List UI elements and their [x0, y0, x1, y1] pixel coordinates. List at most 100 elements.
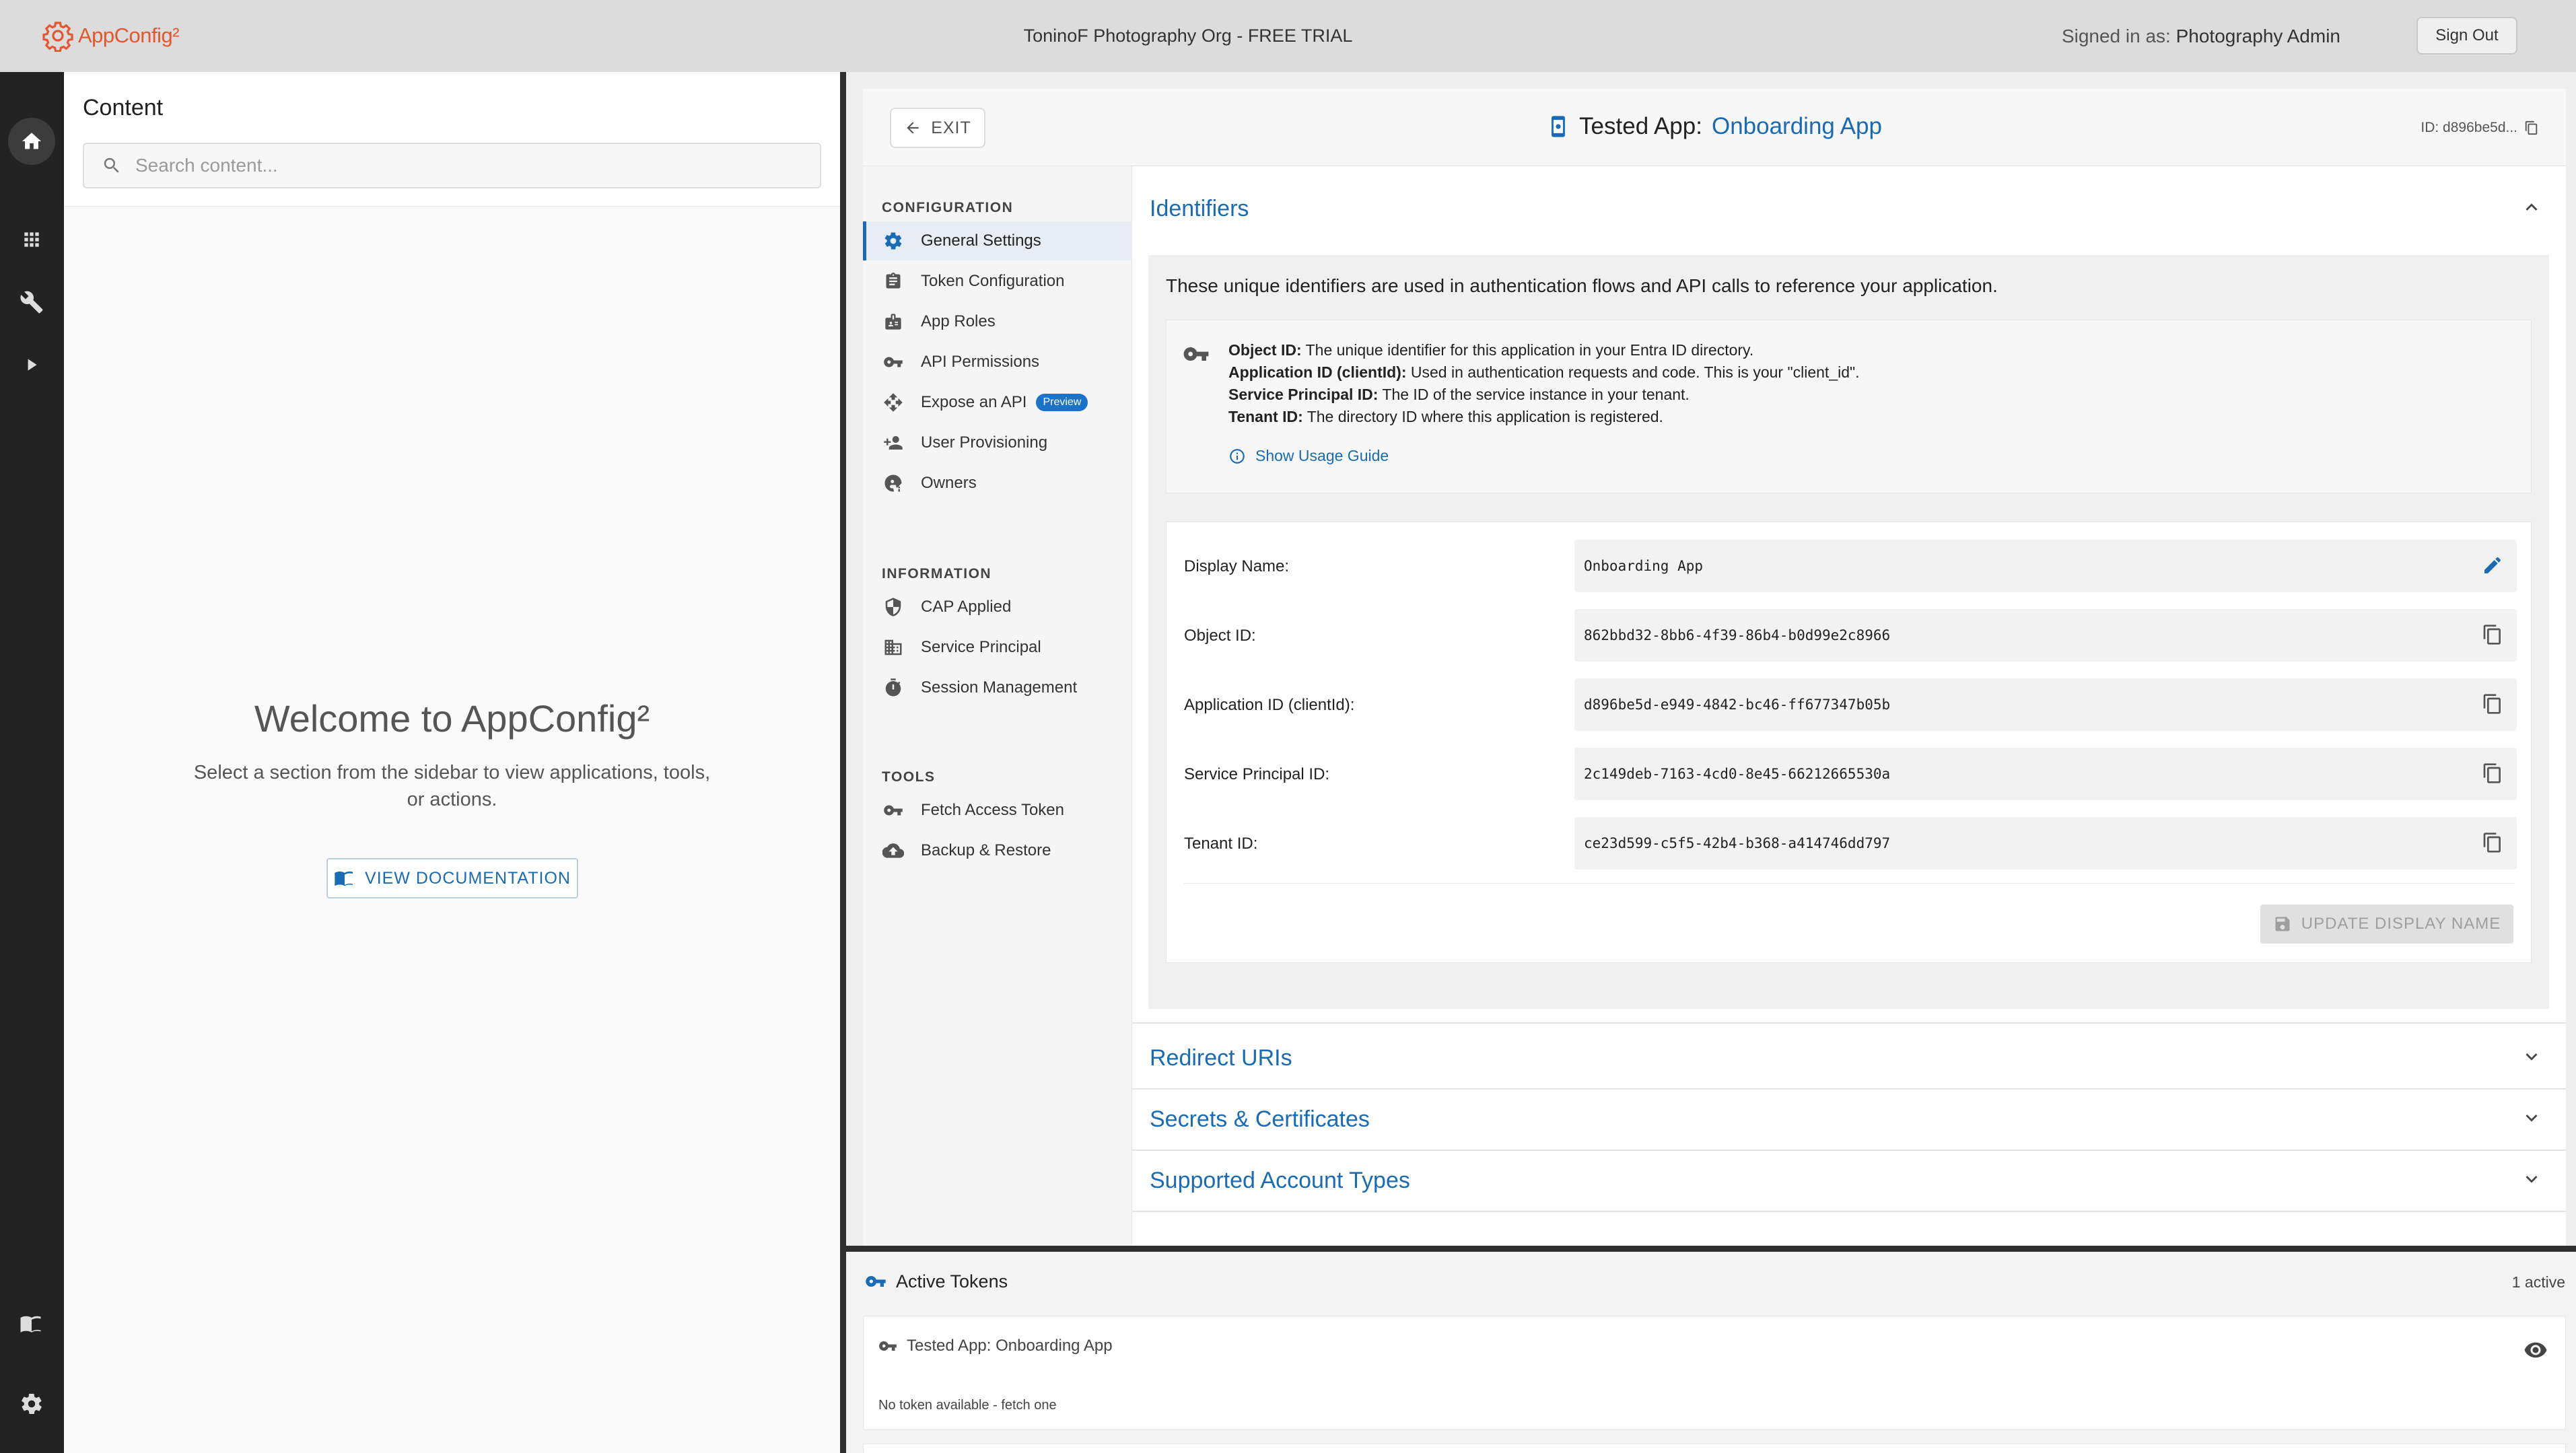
show-usage-guide-label: Show Usage Guide	[1255, 447, 1389, 464]
key-icon	[1183, 347, 1209, 361]
panel-resize-handle[interactable]	[840, 72, 846, 1453]
nav-item-label: API Permissions	[921, 353, 1040, 371]
left-rail	[0, 72, 64, 1453]
token-status: No token available - fetch one	[878, 1398, 1057, 1413]
eye-icon[interactable]	[2523, 1338, 2548, 1362]
chevron-down-icon[interactable]	[2520, 1106, 2543, 1129]
nav-section-tools: TOOLS	[882, 769, 936, 785]
token-name-label: Tested App: Onboarding App	[907, 1337, 1113, 1355]
key-icon	[866, 1276, 886, 1287]
view-documentation-label: VIEW DOCUMENTATION	[365, 868, 571, 888]
gear-icon	[882, 229, 905, 252]
app-id[interactable]: ID: d896be5d...	[2421, 120, 2539, 136]
org-title: ToninoF Photography Org - FREE TRIAL	[1023, 26, 1353, 46]
search-input[interactable]	[135, 155, 741, 176]
service-principal-id-label: Service Principal ID:	[1184, 765, 1330, 783]
copy-icon[interactable]	[2482, 624, 2503, 645]
rail-tools-button[interactable]	[8, 279, 55, 326]
accordion-identifiers-title[interactable]: Identifiers	[1150, 196, 1249, 222]
app-header: EXIT Tested App: Onboarding App ID: d896…	[863, 89, 2566, 166]
identifiers-definitions: Object ID: The unique identifier for thi…	[1228, 339, 1860, 428]
active-tokens-count: 1 active	[2511, 1273, 2565, 1291]
identifiers-info-box: Object ID: The unique identifier for thi…	[1166, 320, 2532, 493]
copy-icon[interactable]	[2482, 763, 2503, 784]
nav-item-general-settings[interactable]: General Settings	[863, 221, 1132, 260]
accordion-supported-account-types-title[interactable]: Supported Account Types	[1150, 1168, 1410, 1194]
tokens-resize-handle[interactable]	[846, 1246, 2576, 1252]
nav-item-user-provisioning[interactable]: User Provisioning	[863, 423, 1132, 462]
person-add-icon	[882, 431, 905, 454]
copy-icon[interactable]	[2482, 693, 2503, 715]
copy-icon[interactable]	[2524, 120, 2539, 135]
display-name-input[interactable]	[1584, 558, 2392, 574]
edit-icon[interactable]	[2482, 555, 2503, 576]
accordion-secrets-certificates-title[interactable]: Secrets & Certificates	[1150, 1106, 1370, 1133]
chevron-down-icon[interactable]	[2520, 1045, 2543, 1068]
content-title: Content	[83, 95, 164, 120]
rail-apps-button[interactable]	[8, 216, 55, 263]
view-documentation-button[interactable]: VIEW DOCUMENTATION	[326, 858, 578, 898]
nav-item-owners[interactable]: Owners	[863, 464, 1132, 503]
active-tokens-title: Active Tokens	[896, 1271, 1008, 1291]
definition-application-id: Application ID (clientId): Used in authe…	[1228, 363, 1860, 381]
show-usage-guide-link[interactable]: Show Usage Guide	[1228, 447, 1389, 465]
badge-icon	[882, 310, 905, 333]
search-box[interactable]	[83, 143, 821, 188]
active-tokens-header: Active Tokens	[865, 1271, 1008, 1292]
object-id-field: 862bbd32-8bb6-4f39-86b4-b0d99e2c8966	[1574, 609, 2517, 662]
nav-item-cap-applied[interactable]: CAP Applied	[863, 588, 1132, 627]
accordion-redirect-uris-title[interactable]: Redirect URIs	[1150, 1045, 1292, 1071]
top-bar: AppConfig² ToninoF Photography Org - FRE…	[0, 0, 2576, 72]
nav-item-token-configuration[interactable]: Token Configuration	[863, 262, 1132, 301]
cloud-upload-icon	[882, 839, 905, 862]
signed-in-info: Signed in as: Photography Admin	[2062, 26, 2340, 47]
definition-tenant-id: Tenant ID: The directory ID where this a…	[1228, 408, 1663, 425]
nav-item-label: Expose an API	[921, 393, 1027, 411]
accordion-divider	[1132, 1088, 2566, 1090]
token-card[interactable]: Tested App: Onboarding App No token avai…	[863, 1316, 2566, 1430]
copy-icon[interactable]	[2482, 832, 2503, 853]
nav-item-label: User Provisioning	[921, 433, 1048, 452]
nav-item-session-management[interactable]: Session Management	[863, 668, 1132, 707]
rail-settings-button[interactable]	[8, 1380, 55, 1427]
definition-object-id: Object ID: The unique identifier for thi…	[1228, 341, 1754, 359]
rail-docs-button[interactable]	[8, 1300, 55, 1347]
nav-item-backup-restore[interactable]: Backup & Restore	[863, 831, 1132, 870]
nav-item-fetch-access-token[interactable]: Fetch Access Token	[863, 791, 1132, 830]
nav-item-app-roles[interactable]: App Roles	[863, 302, 1132, 341]
chevron-up-icon[interactable]	[2520, 196, 2543, 219]
sign-out-button[interactable]: Sign Out	[2416, 17, 2517, 55]
token-name: Tested App: Onboarding App	[878, 1337, 1113, 1355]
gear-icon	[22, 1394, 42, 1414]
nav-item-label: Backup & Restore	[921, 841, 1051, 859]
field-row-tenant-id: Tenant ID: ce23d599-c5f5-42b4-b368-a4147…	[1167, 817, 2532, 870]
nav-item-expose-an-api[interactable]: Expose an API Preview	[863, 383, 1132, 422]
home-icon	[22, 133, 42, 149]
nav-item-api-permissions[interactable]: API Permissions	[863, 343, 1132, 382]
tenant-id-label: Tenant ID:	[1184, 835, 1258, 853]
app-panel: EXIT Tested App: Onboarding App ID: d896…	[846, 72, 2576, 1246]
object-id-label: Object ID:	[1184, 627, 1256, 645]
tenant-id-value: ce23d599-c5f5-42b4-b368-a414746dd797	[1584, 835, 1891, 851]
timer-icon	[882, 676, 905, 699]
rail-home-button[interactable]	[8, 118, 55, 165]
display-name-label: Display Name:	[1184, 557, 1290, 575]
chevron-down-icon[interactable]	[2520, 1168, 2543, 1191]
identifiers-panel: These unique identifiers are used in aut…	[1148, 255, 2549, 1009]
app-title-name: Onboarding App	[1711, 113, 1882, 139]
form-divider	[1184, 883, 2515, 884]
display-name-field[interactable]	[1574, 540, 2517, 592]
save-icon	[2275, 917, 2290, 931]
accordion-divider	[1132, 1149, 2566, 1151]
active-tokens-panel: Active Tokens 1 active Tested App: Onboa…	[846, 1252, 2576, 1453]
app-id-text: ID: d896be5d...	[2421, 120, 2517, 135]
rail-actions-button[interactable]	[8, 341, 55, 388]
identifiers-intro: These unique identifiers are used in aut…	[1166, 275, 1998, 296]
field-row-service-principal-id: Service Principal ID: 2c149deb-7163-4cd0…	[1167, 748, 2532, 800]
apps-grid-icon	[24, 232, 39, 247]
preview-badge: Preview	[1036, 394, 1088, 411]
update-display-name-button[interactable]: UPDATE DISPLAY NAME	[2260, 905, 2513, 944]
owner-icon	[882, 472, 905, 495]
nav-item-service-principal[interactable]: Service Principal	[863, 628, 1132, 667]
settings-main: Identifiers These unique identifiers are…	[1132, 166, 2566, 1246]
